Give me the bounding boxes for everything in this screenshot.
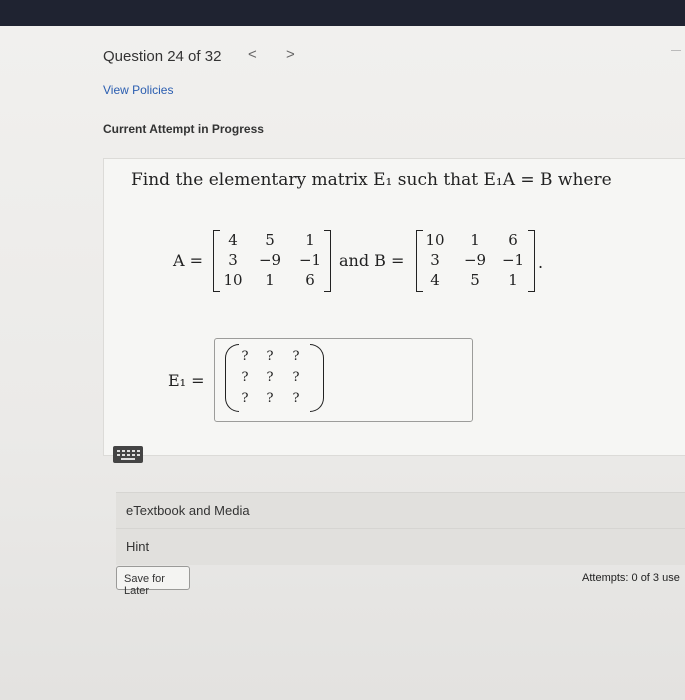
matrix-a: 4 5 1 3 −9 −1 10 1 6 [213,230,331,292]
browser-top-bar [0,0,685,26]
keyboard-icon[interactable] [113,446,143,463]
matrix-a-cell: 1 [305,231,315,249]
matrix-b: 10 1 6 3 −9 −1 4 5 1 [416,230,535,292]
answer-cell-input[interactable]: ? [288,391,304,406]
minimize-icon[interactable] [671,50,681,51]
matrix-a-cell: 1 [265,271,275,289]
attempts-counter: Attempts: 0 of 3 use [582,572,680,584]
next-question-icon[interactable]: > [286,46,295,63]
answer-cell-input[interactable]: ? [288,370,304,385]
save-for-later-button[interactable]: Save for Later [116,566,190,597]
question-prompt: Find the elementary matrix E₁ such that … [131,170,612,190]
matrix-b-cell: 6 [508,231,518,249]
hint-label: Hint [126,539,150,554]
matrix-a-cell: −9 [258,251,282,269]
answer-right-paren [310,344,324,412]
matrix-a-cell: 3 [228,251,238,269]
matrix-b-cell: 3 [430,251,440,269]
matrix-period: . [538,253,544,272]
answer-cell-input[interactable]: ? [288,349,304,364]
etextbook-label: eTextbook and Media [126,503,250,518]
answer-cell-input[interactable]: ? [262,349,278,364]
matrix-b-label: and B = [339,251,405,270]
previous-question-icon[interactable]: < [248,46,257,63]
matrix-a-cell: 6 [305,271,315,289]
matrix-a-cell: 4 [228,231,238,249]
answer-cell-input[interactable]: ? [237,349,253,364]
matrix-a-cell: −1 [298,251,322,269]
matrix-b-cell: −1 [501,251,525,269]
etextbook-panel[interactable]: eTextbook and Media [116,492,685,529]
matrix-a-cell: 5 [265,231,275,249]
e1-label: E₁ = [168,371,205,390]
answer-cell-input[interactable]: ? [262,391,278,406]
matrix-b-cell: 1 [508,271,518,289]
answer-cell-input[interactable]: ? [262,370,278,385]
answer-cell-input[interactable]: ? [237,391,253,406]
matrix-a-label: A = [173,251,204,270]
attempt-status-label: Current Attempt in Progress [103,122,264,136]
answer-cell-input[interactable]: ? [237,370,253,385]
view-policies-link[interactable]: View Policies [103,83,173,97]
matrix-a-cell: 10 [223,271,243,289]
hint-panel[interactable]: Hint [116,528,685,565]
matrix-b-cell: 5 [470,271,480,289]
matrix-b-cell: −9 [463,251,487,269]
matrix-b-cell: 10 [425,231,445,249]
matrix-b-cell: 4 [430,271,440,289]
question-counter: Question 24 of 32 [103,48,222,65]
matrix-b-cell: 1 [470,231,480,249]
